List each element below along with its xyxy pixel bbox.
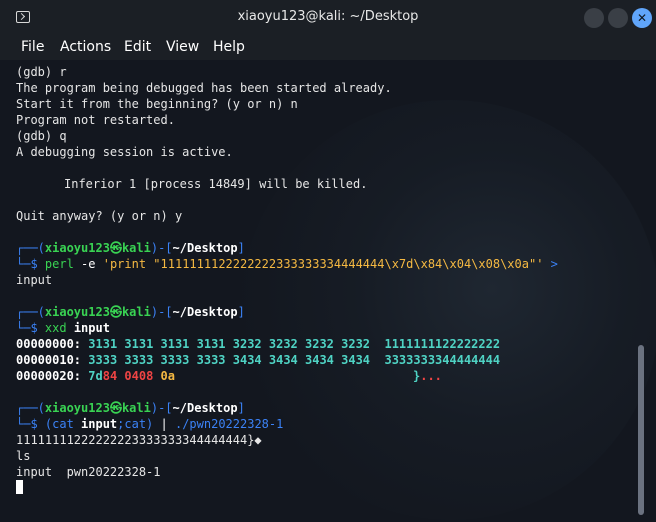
menu-bar: File Actions Edit View Help [0,36,656,60]
gdb-line: The program being debugged has been star… [16,81,392,95]
hexdump-row: 00000020: 7d84 0408 0a}... [16,369,442,383]
scrollbar[interactable] [638,345,644,515]
window-title: xiaoyu123@kali: ~/Desktop [237,9,419,24]
terminal-window: xiaoyu123@kali: ~/Desktop ✕ File Actions… [0,0,656,522]
menu-file[interactable]: File [21,39,44,55]
menu-actions[interactable]: Actions [60,39,111,55]
menu-edit[interactable]: Edit [124,39,151,55]
menu-view[interactable]: View [166,39,199,55]
command-output: ls [16,449,31,463]
terminal-output[interactable]: (gdb) r The program being debugged has b… [0,60,656,522]
minimize-button[interactable] [584,8,604,28]
command-line: └─$ xxd input [16,321,110,335]
gdb-line: (gdb) q [16,129,67,143]
close-icon: ✕ [636,11,648,25]
hexdump-row: 00000010: 3333 3333 3333 3333 3434 3434 … [16,353,501,367]
command-line: └─$ (cat input;cat) | ./pwn20222328-1 [16,417,284,431]
command-output: input [16,273,53,287]
text-cursor [16,480,23,494]
gdb-line: Program not restarted. [16,113,175,127]
hexdump-row: 00000000: 3131 3131 3131 3131 3232 3232 … [16,337,501,351]
prompt-header: ┌──(xiaoyu123㉿kali)-[~/Desktop] [16,241,245,255]
gdb-line: A debugging session is active. [16,145,233,159]
command-output: input pwn20222328-1 [16,465,161,479]
gdb-line: Start it from the beginning? (y or n) n [16,97,298,111]
maximize-button[interactable] [608,8,628,28]
close-button[interactable]: ✕ [632,8,652,28]
background-art [240,100,656,520]
prompt-header: ┌──(xiaoyu123㉿kali)-[~/Desktop] [16,305,245,319]
gdb-line: (gdb) r [16,65,67,79]
command-line: └─$ perl -e 'print "11111111222222223333… [16,257,558,271]
gdb-line: Quit anyway? (y or n) y [16,209,183,223]
title-bar: xiaoyu123@kali: ~/Desktop ✕ [0,0,656,36]
menu-help[interactable]: Help [213,39,245,55]
command-output: 11111111222222223333333344444444}◆ [16,433,262,447]
gdb-line: Inferior 1 [process 14849] will be kille… [64,177,368,191]
prompt-header: ┌──(xiaoyu123㉿kali)-[~/Desktop] [16,401,245,415]
